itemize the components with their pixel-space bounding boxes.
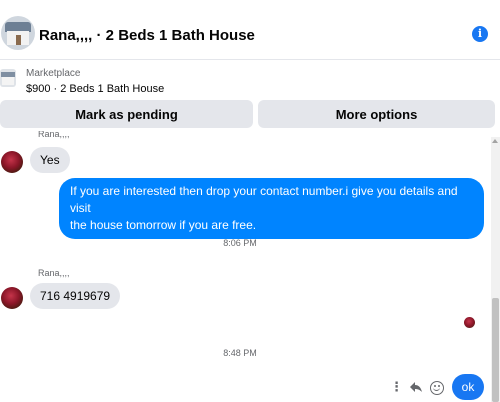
timestamp: 8:06 PM [223, 238, 257, 248]
listing-name: $900 · 2 Beds 1 Bath House [26, 83, 165, 95]
timestamp: 8:48 PM [223, 348, 257, 358]
scrollbar-thumb[interactable] [492, 298, 499, 402]
outgoing-message[interactable]: If you are interested then drop your con… [59, 178, 484, 239]
scroll-up-arrow-icon[interactable] [492, 139, 498, 143]
reply-icon[interactable] [409, 381, 423, 393]
seen-indicator-avatar [464, 317, 475, 328]
sender-avatar[interactable] [1, 287, 23, 309]
incoming-message[interactable]: Yes [30, 147, 70, 173]
listing-category: Marketplace [26, 68, 81, 79]
incoming-message[interactable]: 716 4919679 [30, 283, 121, 309]
more-options-button[interactable]: More options [258, 100, 495, 128]
sender-name: Rana,,,, [38, 131, 70, 139]
sender-name: Rana,,,, [38, 268, 70, 278]
message-line: If you are interested then drop your con… [70, 184, 458, 215]
info-icon[interactable]: i [472, 26, 488, 42]
message-thread: Rana,,,, Yes If you are interested then … [0, 131, 500, 371]
sender-avatar[interactable] [1, 151, 23, 173]
message-line: the house tomorrow if you are free. [70, 218, 257, 232]
emoji-icon[interactable] [430, 381, 444, 395]
conversation-title[interactable]: Rana,,,, · 2 Beds 1 Bath House [39, 27, 255, 44]
mark-as-pending-button[interactable]: Mark as pending [0, 100, 253, 128]
listing-thumbnail [0, 69, 16, 87]
more-actions-icon[interactable]: ⋮ [390, 379, 403, 395]
ok-button[interactable]: ok [452, 374, 484, 400]
listing-avatar[interactable] [1, 16, 35, 50]
